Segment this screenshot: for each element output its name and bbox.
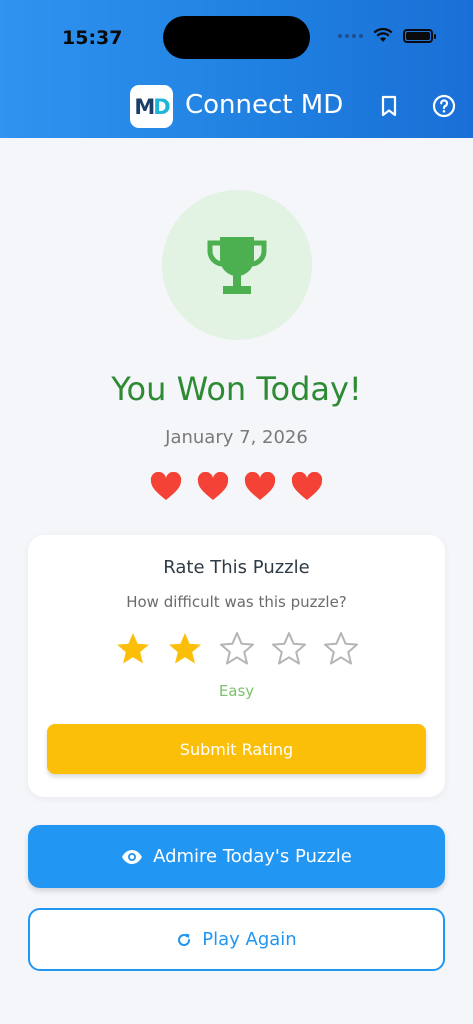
heart-icon [197,472,229,500]
star-icon[interactable] [323,631,359,667]
signal-dots-icon [338,33,363,38]
rating-card-title: Rate This Puzzle [163,557,310,578]
star-rating [28,631,445,667]
wifi-icon [373,28,393,42]
dynamic-island [163,16,310,59]
rating-card: Rate This Puzzle How difficult was this … [28,535,445,797]
trophy-icon [207,237,267,294]
status-time: 15:37 [62,27,123,49]
difficulty-label: Easy [218,682,255,700]
play-again-button[interactable]: Play Again [28,908,445,971]
admire-puzzle-button[interactable]: Admire Today's Puzzle [28,825,445,888]
eye-icon [122,849,143,864]
lives-hearts [0,472,473,502]
app-logo: MD [130,85,173,128]
star-icon[interactable] [271,631,307,667]
play-again-label: Play Again [202,929,297,950]
rating-question: How difficult was this puzzle? [126,593,347,611]
admire-puzzle-label: Admire Today's Puzzle [153,846,352,867]
heart-icon [291,472,323,500]
app-title: Connect MD [185,90,344,120]
refresh-icon [178,933,191,946]
star-icon[interactable] [115,631,151,667]
heart-icon [244,472,276,500]
heart-icon [150,472,182,500]
result-date: January 7, 2026 [165,427,308,448]
star-icon[interactable] [219,631,255,667]
trophy-badge [162,190,312,340]
bookmark-icon[interactable] [377,94,401,118]
status-icons [338,28,436,43]
app-header: 15:37 MD Connect MD [0,0,473,138]
battery-icon [403,28,436,43]
result-title: You Won Today! [111,370,362,408]
submit-rating-button[interactable]: Submit Rating [47,724,426,774]
star-icon[interactable] [167,631,203,667]
help-icon[interactable] [432,94,456,118]
